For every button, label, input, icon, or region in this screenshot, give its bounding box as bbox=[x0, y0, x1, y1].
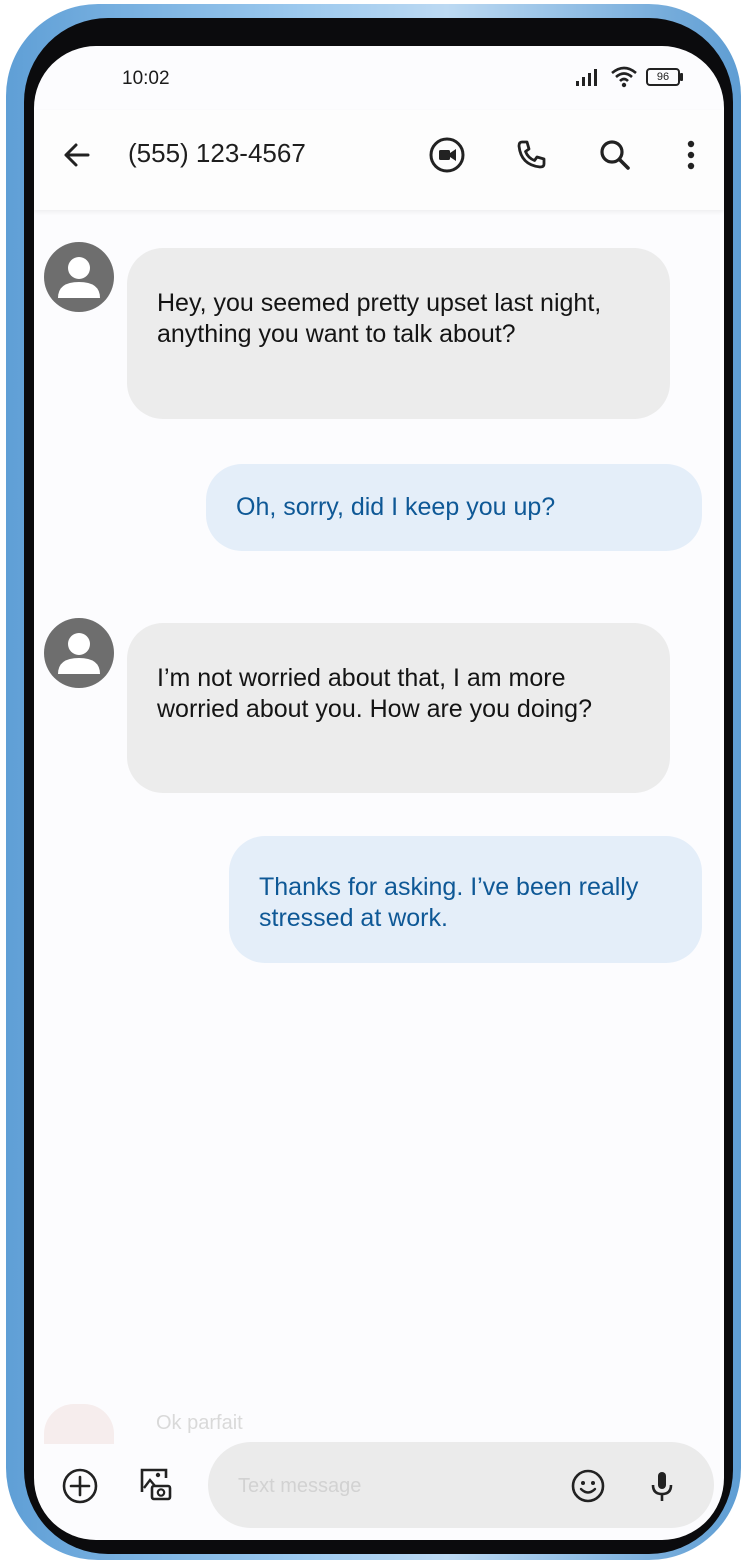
mic-icon[interactable] bbox=[642, 1466, 682, 1506]
more-vert-icon[interactable] bbox=[670, 134, 712, 176]
message-bubble-outgoing[interactable]: Thanks for asking. I’ve been really stre… bbox=[229, 836, 702, 963]
status-time: 10:02 bbox=[122, 68, 170, 89]
message-text: I’m not worried about that, I am more wo… bbox=[157, 664, 592, 723]
search-icon[interactable] bbox=[594, 134, 636, 176]
gallery-icon[interactable] bbox=[134, 1462, 174, 1502]
contact-title: (555) 123-4567 bbox=[128, 138, 306, 168]
contact-avatar[interactable] bbox=[44, 242, 114, 312]
message-bubble-incoming[interactable]: Hey, you seemed pretty upset last night,… bbox=[127, 248, 670, 419]
phone-icon[interactable] bbox=[510, 134, 552, 176]
battery-level: 96 bbox=[656, 71, 670, 83]
conversation-app-bar: (555) 123-4567 bbox=[34, 110, 724, 210]
message-input[interactable] bbox=[236, 1468, 540, 1504]
back-arrow-icon[interactable] bbox=[60, 138, 94, 172]
message-input-pill[interactable] bbox=[208, 1442, 714, 1528]
compose-bar: Ok parfait bbox=[34, 1400, 724, 1540]
status-bar: 10:02 96 bbox=[34, 46, 724, 110]
person-icon bbox=[58, 633, 100, 674]
phone-screen: 10:02 96 (555) 123-4567 Hey, you seemed … bbox=[34, 46, 724, 1540]
ghost-message-preview: Ok parfait bbox=[156, 1412, 243, 1434]
ghost-avatar bbox=[44, 1404, 114, 1444]
contact-avatar[interactable] bbox=[44, 618, 114, 688]
add-circle-icon[interactable] bbox=[60, 1466, 100, 1506]
status-icons: 96 bbox=[576, 66, 683, 88]
battery-icon: 96 bbox=[646, 68, 683, 86]
message-bubble-outgoing[interactable]: Oh, sorry, did I keep you up? bbox=[206, 464, 702, 551]
wifi-icon bbox=[611, 66, 637, 88]
message-text: Thanks for asking. I’ve been really stre… bbox=[259, 873, 639, 932]
message-text: Oh, sorry, did I keep you up? bbox=[236, 493, 556, 521]
message-bubble-incoming[interactable]: I’m not worried about that, I am more wo… bbox=[127, 623, 670, 793]
video-call-icon[interactable] bbox=[426, 134, 468, 176]
signal-icon bbox=[576, 69, 597, 86]
emoji-icon[interactable] bbox=[568, 1466, 608, 1506]
message-list: Hey, you seemed pretty upset last night,… bbox=[34, 210, 724, 1390]
person-icon bbox=[58, 257, 100, 298]
message-text: Hey, you seemed pretty upset last night,… bbox=[157, 289, 602, 348]
